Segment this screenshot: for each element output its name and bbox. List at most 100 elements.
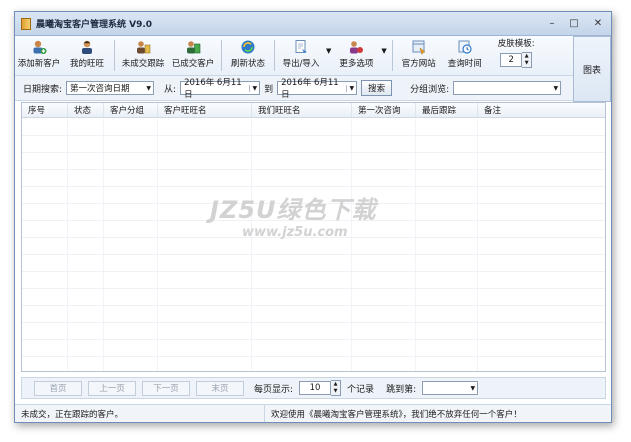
more-options-label: 更多选项 xyxy=(339,59,374,69)
table-row xyxy=(22,153,605,170)
website-icon xyxy=(410,38,427,55)
date-search-label: 日期搜索: xyxy=(23,84,63,95)
per-page-value[interactable]: 10 xyxy=(299,381,332,395)
skin-template: 皮肤模板: 2 ▲ ▼ xyxy=(498,36,535,75)
table-row xyxy=(22,170,605,187)
skin-stepper[interactable]: 2 ▲ ▼ xyxy=(500,52,533,68)
col-header-group[interactable]: 客户分组 xyxy=(104,103,158,117)
status-left-text: 未成交，正在跟踪的客户。 xyxy=(15,405,265,422)
untraded-tracking-button[interactable]: 未成交跟踪 xyxy=(118,36,168,75)
search-button[interactable]: 搜索 xyxy=(361,80,393,96)
group-browse-select[interactable]: ▼ xyxy=(453,81,562,95)
table-row xyxy=(22,136,605,153)
app-icon xyxy=(21,17,31,30)
traded-customers-button[interactable]: 已成交客户 xyxy=(168,36,218,75)
maximize-button[interactable]: □ xyxy=(563,16,585,32)
export-dropdown-arrow[interactable]: ▼ xyxy=(324,47,333,55)
calendar-dropdown-icon: ▼ xyxy=(249,84,257,92)
col-header-index[interactable]: 序号 xyxy=(22,103,68,117)
more-dropdown-arrow[interactable]: ▼ xyxy=(379,47,388,55)
toolbar-separator xyxy=(391,40,393,71)
table-row xyxy=(22,306,605,323)
filter-bar: 日期搜索: 第一次咨询日期 ▼ 从: 2016年 6月11日 ▼ 到 2016年… xyxy=(15,76,611,101)
add-customer-icon xyxy=(31,38,48,55)
table-header: 序号 状态 客户分组 客户旺旺名 我们旺旺名 第一次咨询 最后跟踪 备注 xyxy=(22,103,605,118)
export-import-icon xyxy=(293,38,310,55)
more-options-icon xyxy=(348,38,365,55)
toolbar: 添加新客户 我的旺旺 未成交跟踪 已成交客户 刷新状态 导出/导入 ▼ 更多选项… xyxy=(15,36,611,102)
track-icon xyxy=(135,38,152,55)
traded-customers-label: 已成交客户 xyxy=(171,59,215,69)
calendar-dropdown-icon: ▼ xyxy=(346,84,354,92)
pagination-bar: 首页 上一页 下一页 末页 每页显示: 10 ▲ ▼ 个记录 跳到第: ▼ xyxy=(21,377,606,399)
close-button[interactable]: ✕ xyxy=(585,16,611,32)
query-time-icon xyxy=(456,38,473,55)
to-date-picker[interactable]: 2016年 6月11日 ▼ xyxy=(277,78,358,100)
more-options-button[interactable]: 更多选项 xyxy=(333,36,379,75)
from-date-value: 2016年 6月11日 xyxy=(184,78,242,100)
my-wangwang-button[interactable]: 我的旺旺 xyxy=(63,36,111,75)
group-browse-label: 分组浏览: xyxy=(410,84,450,95)
my-wangwang-label: 我的旺旺 xyxy=(69,59,104,69)
refresh-status-label: 刷新状态 xyxy=(230,59,265,69)
skin-up-button[interactable]: ▲ xyxy=(522,53,532,60)
per-page-stepper[interactable]: 10 ▲ ▼ xyxy=(299,380,342,396)
refresh-status-button[interactable]: 刷新状态 xyxy=(225,36,271,75)
official-website-label: 官方网站 xyxy=(401,59,436,69)
records-label: 个记录 xyxy=(347,384,375,395)
table-row xyxy=(22,221,605,238)
col-header-remark[interactable]: 备注 xyxy=(478,103,605,117)
table-row xyxy=(22,340,605,357)
col-header-first-consult[interactable]: 第一次咨询 xyxy=(352,103,416,117)
table-row xyxy=(22,323,605,340)
official-website-button[interactable]: 官方网站 xyxy=(396,36,442,75)
last-page-button[interactable]: 末页 xyxy=(196,380,244,396)
deal-customer-icon xyxy=(185,38,202,55)
window-title: 晨曦淘宝客户管理系统 V9.0 xyxy=(36,20,153,30)
to-label: 到 xyxy=(264,84,274,95)
add-customer-button[interactable]: 添加新客户 xyxy=(15,36,63,75)
col-header-last-track[interactable]: 最后跟踪 xyxy=(416,103,478,117)
col-header-status[interactable]: 状态 xyxy=(68,103,104,117)
first-page-button[interactable]: 首页 xyxy=(34,380,82,396)
table-row xyxy=(22,255,605,272)
chevron-down-icon: ▼ xyxy=(146,84,152,92)
table-row xyxy=(22,238,605,255)
refresh-icon xyxy=(240,38,257,55)
minimize-button[interactable]: – xyxy=(541,16,563,32)
jump-to-label: 跳到第: xyxy=(386,384,417,395)
next-page-button[interactable]: 下一页 xyxy=(142,380,190,396)
export-import-button[interactable]: 导出/导入 xyxy=(278,36,324,75)
chevron-down-icon: ▼ xyxy=(470,384,476,392)
to-date-value: 2016年 6月11日 xyxy=(281,78,339,100)
prev-page-button[interactable]: 上一页 xyxy=(88,380,136,396)
toolbar-separator xyxy=(221,40,222,71)
table-row xyxy=(22,272,605,289)
per-page-up-button[interactable]: ▲ xyxy=(331,381,341,388)
add-customer-label: 添加新客户 xyxy=(17,59,61,69)
query-time-button[interactable]: 查询时间 xyxy=(442,36,488,75)
status-bar: 未成交，正在跟踪的客户。 欢迎使用《晨曦淘宝客户管理系统》，我们绝不放弃任何一个… xyxy=(15,404,611,422)
query-time-label: 查询时间 xyxy=(447,59,482,69)
table-row xyxy=(22,289,605,306)
per-page-down-button[interactable]: ▼ xyxy=(331,388,341,395)
date-type-select[interactable]: 第一次咨询日期 ▼ xyxy=(66,81,155,95)
table-row xyxy=(22,119,605,136)
table-row xyxy=(22,204,605,221)
skin-down-button[interactable]: ▼ xyxy=(522,60,532,67)
from-date-picker[interactable]: 2016年 6月11日 ▼ xyxy=(180,78,261,100)
customer-table[interactable]: 序号 状态 客户分组 客户旺旺名 我们旺旺名 第一次咨询 最后跟踪 备注 xyxy=(21,102,606,372)
status-right-text: 欢迎使用《晨曦淘宝客户管理系统》，我们绝不放弃任何一个客户！ xyxy=(271,409,522,420)
chevron-down-icon: ▼ xyxy=(553,84,559,92)
jump-to-page-select[interactable]: ▼ xyxy=(422,381,479,395)
chart-button[interactable]: 图表 xyxy=(573,36,611,102)
toolbar-separator xyxy=(274,40,275,71)
col-header-customer-wangwang[interactable]: 客户旺旺名 xyxy=(158,103,252,117)
table-body xyxy=(22,119,605,371)
col-header-our-wangwang[interactable]: 我们旺旺名 xyxy=(252,103,352,117)
skin-value[interactable]: 2 xyxy=(500,53,523,67)
title-bar: 晨曦淘宝客户管理系统 V9.0 – □ ✕ xyxy=(15,12,611,36)
from-label: 从: xyxy=(164,84,177,95)
table-row xyxy=(22,357,605,371)
date-type-value: 第一次咨询日期 xyxy=(70,84,130,94)
